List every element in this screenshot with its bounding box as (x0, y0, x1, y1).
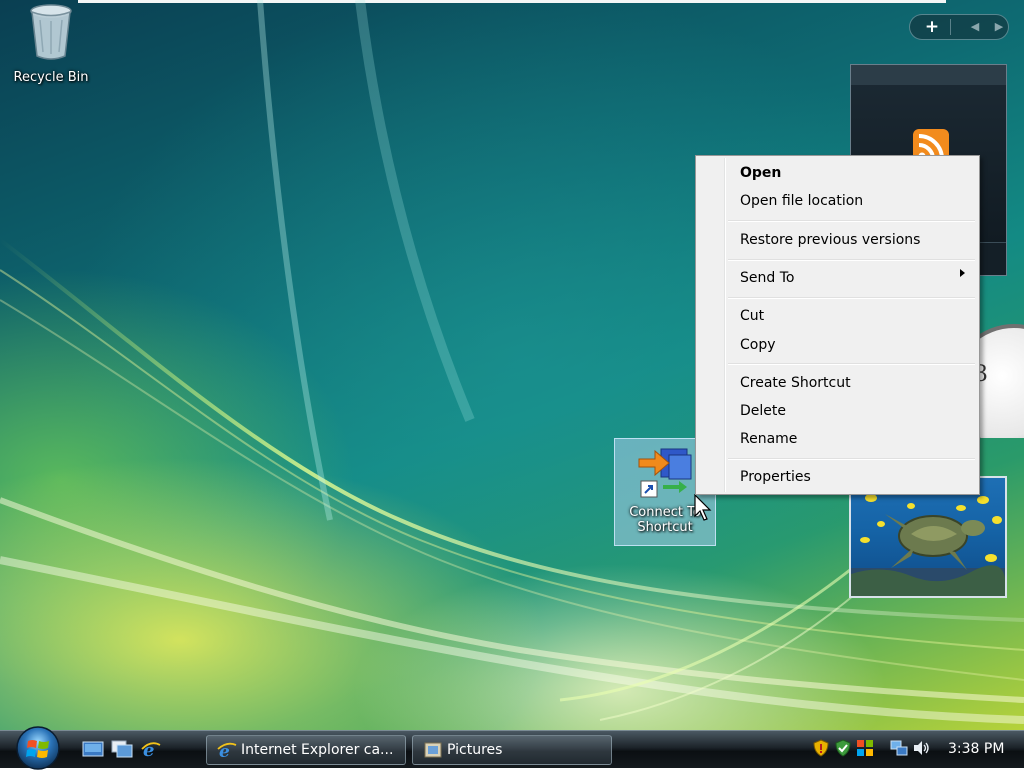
taskbar-button-internet-explorer[interactable]: e Internet Explorer ca... (206, 735, 406, 765)
menu-separator (728, 220, 975, 222)
trash-can-icon (30, 4, 72, 60)
taskbar: e e Internet Explorer ca... Pictures 3:3… (0, 726, 1024, 770)
menu-separator (728, 297, 975, 299)
mouse-pointer-icon (694, 494, 712, 521)
volume-icon[interactable] (912, 739, 930, 757)
internet-explorer-icon[interactable]: e (140, 740, 162, 758)
next-gadget-button[interactable]: ▶ (990, 17, 1008, 37)
previous-gadget-button[interactable]: ◀ (966, 17, 984, 37)
taskbar-clock[interactable]: 3:38 PM (948, 731, 1004, 767)
menu-item-send-to[interactable]: Send To (740, 267, 794, 289)
task-label: Internet Explorer ca... (241, 742, 394, 758)
menu-item-rename[interactable]: Rename (740, 428, 797, 450)
menu-separator (728, 363, 975, 365)
desktop[interactable]: Recycle Bin Connect To Shortcut + ◀ ▶ 3 … (0, 0, 1024, 730)
context-menu: Open Open file location Restore previous… (695, 155, 980, 495)
internet-explorer-icon: e (217, 742, 237, 759)
menu-icon-gutter (724, 158, 726, 492)
menu-item-delete[interactable]: Delete (740, 400, 786, 422)
pictures-folder-icon (424, 742, 442, 758)
menu-item-copy[interactable]: Copy (740, 334, 776, 356)
recycle-bin-label: Recycle Bin (13, 70, 89, 85)
task-label: Pictures (447, 742, 503, 758)
taskbar-button-pictures[interactable]: Pictures (412, 735, 612, 765)
network-icon[interactable] (890, 739, 908, 757)
windows-flag-tray-icon[interactable] (856, 739, 874, 757)
menu-item-properties[interactable]: Properties (740, 466, 811, 488)
sea-turtle-picture (851, 489, 1005, 596)
system-tray: 3:38 PM (806, 731, 1024, 769)
show-desktop-icon[interactable] (82, 740, 104, 758)
security-shield-icon[interactable] (812, 739, 830, 757)
add-gadget-button[interactable]: + (918, 17, 946, 37)
start-button[interactable] (12, 725, 64, 771)
submenu-arrow-icon (960, 269, 965, 277)
windows-update-icon[interactable] (834, 739, 852, 757)
menu-separator (728, 259, 975, 261)
menu-item-open[interactable]: Open (740, 162, 781, 184)
gadget-controls-divider (950, 19, 951, 35)
gadget-controls: + ◀ ▶ (909, 14, 1009, 40)
menu-item-open-file-location[interactable]: Open file location (740, 190, 863, 212)
menu-item-cut[interactable]: Cut (740, 305, 764, 327)
menu-separator (728, 458, 975, 460)
feed-gadget-header (851, 65, 1006, 85)
menu-item-create-shortcut[interactable]: Create Shortcut (740, 372, 851, 394)
menu-item-restore-previous-versions[interactable]: Restore previous versions (740, 229, 920, 251)
recycle-bin-icon[interactable]: Recycle Bin (6, 2, 96, 85)
network-connection-icon (638, 448, 692, 498)
switch-windows-icon[interactable] (111, 740, 133, 758)
